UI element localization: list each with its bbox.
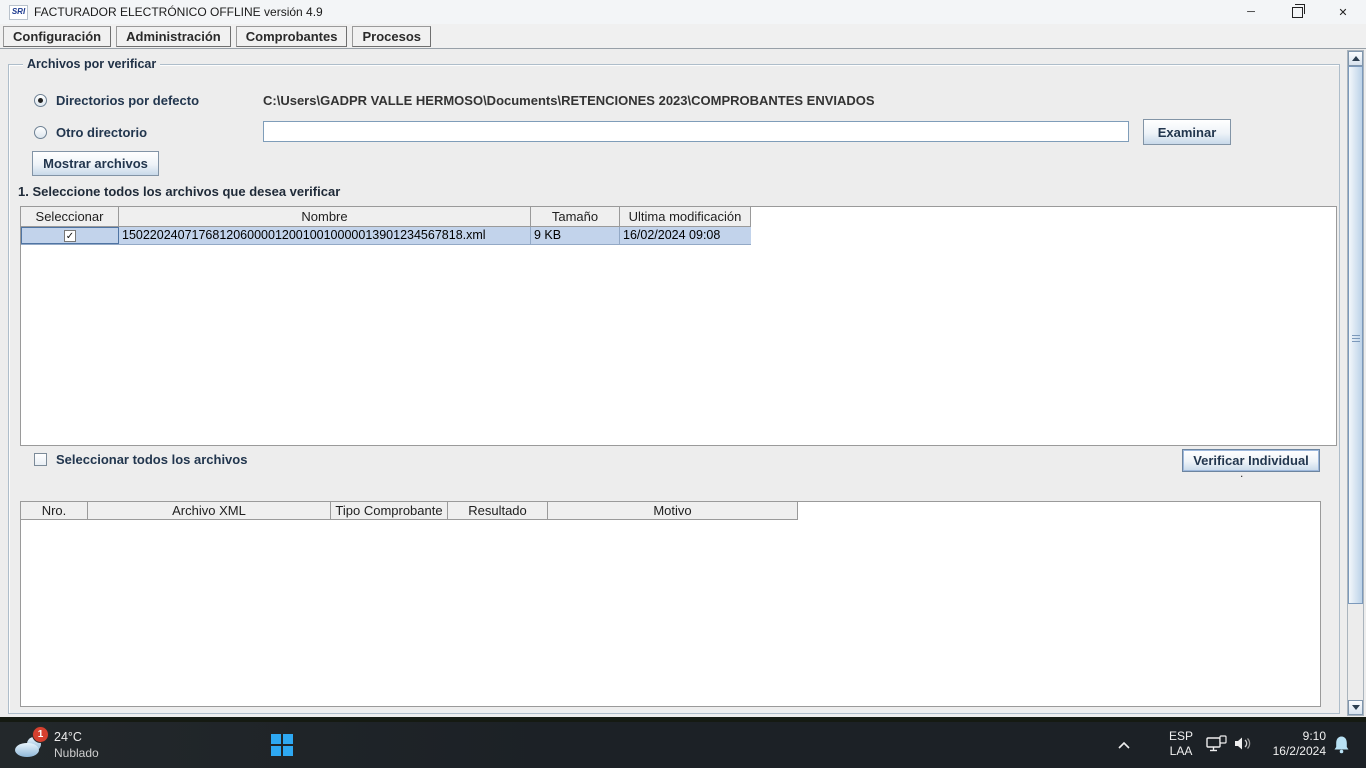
row-modificacion: 16/02/2024 09:08 (620, 227, 751, 244)
vertical-scrollbar[interactable] (1347, 50, 1364, 716)
col-motivo[interactable]: Motivo (548, 502, 798, 520)
select-all-checkbox[interactable] (34, 453, 47, 466)
close-icon: ✕ (1338, 6, 1348, 19)
language-indicator[interactable]: ESP LAA (1160, 729, 1202, 759)
radio-directorios-por-defecto[interactable] (34, 94, 47, 107)
examinar-button[interactable]: Examinar (1143, 119, 1231, 145)
col-resultado[interactable]: Resultado (448, 502, 548, 520)
close-button[interactable]: ✕ (1320, 0, 1366, 24)
mostrar-archivos-button[interactable]: Mostrar archivos (32, 151, 159, 176)
sri-app-icon-text: SRI (11, 7, 26, 16)
network-icon (1206, 735, 1227, 752)
menu-administracion[interactable]: Administración (116, 25, 231, 47)
start-button[interactable] (270, 733, 294, 757)
stray-dot: . (1240, 466, 1244, 480)
weather-widget[interactable]: 1 24°C Nublado (8, 722, 148, 768)
row-tamano: 9 KB (531, 227, 620, 244)
radio-selected-dot (38, 98, 43, 103)
language-line2: LAA (1169, 744, 1193, 758)
otro-directorio-input[interactable] (263, 121, 1129, 142)
col-seleccionar[interactable]: Seleccionar (21, 207, 119, 227)
menu-procesos[interactable]: Procesos (352, 25, 432, 47)
scrollbar-grip (1352, 335, 1360, 343)
scrollbar-thumb[interactable] (1348, 66, 1363, 604)
speaker-icon (1235, 737, 1251, 750)
scroll-up-icon (1351, 56, 1360, 61)
notifications-button[interactable] (1332, 735, 1351, 760)
radio-otro-directorio[interactable] (34, 126, 47, 139)
scroll-down-icon (1351, 705, 1360, 710)
scroll-down-button[interactable] (1348, 700, 1363, 715)
restore-button[interactable] (1274, 0, 1320, 24)
col-nombre[interactable]: Nombre (119, 207, 531, 227)
screen: SRI FACTURADOR ELECTRÓNICO OFFLINE versi… (0, 0, 1366, 768)
bell-icon (1334, 736, 1349, 754)
table-row[interactable]: ✓ 15022024071768120600001200100100000139… (21, 227, 751, 245)
weather-condition: Nublado (54, 746, 99, 760)
col-tamano[interactable]: Tamaño (531, 207, 620, 227)
col-nro[interactable]: Nro. (21, 502, 88, 520)
results-table-header: Nro. Archivo XML Tipo Comprobante Result… (21, 502, 1320, 520)
col-archivo-xml[interactable]: Archivo XML (88, 502, 331, 520)
minimize-button[interactable]: ─ (1228, 0, 1274, 24)
menu-comprobantes[interactable]: Comprobantes (235, 25, 348, 47)
taskbar: 1 24°C Nublado Búsqueda (0, 722, 1366, 768)
weather-badge: 1 (32, 726, 49, 743)
restore-icon (1291, 3, 1305, 18)
window-title: FACTURADOR ELECTRÓNICO OFFLINE versión 4… (34, 5, 323, 19)
files-table-header: Seleccionar Nombre Tamaño Ultima modific… (21, 207, 1336, 227)
radio-otro-label: Otro directorio (56, 125, 148, 140)
network-button[interactable] (1206, 735, 1228, 758)
col-ultima-modificacion[interactable]: Ultima modificación (620, 207, 751, 227)
files-table: Seleccionar Nombre Tamaño Ultima modific… (20, 206, 1337, 446)
row-nombre: 1502202407176812060000120010010000013901… (119, 227, 531, 244)
results-table: Nro. Archivo XML Tipo Comprobante Result… (20, 501, 1321, 707)
tray-chevron-button[interactable] (1112, 734, 1136, 756)
tray-time: 9:10 (1302, 729, 1326, 743)
verificar-individual-button[interactable]: Verificar Individual (1182, 449, 1320, 472)
window-controls: ─ ✕ (1228, 0, 1366, 24)
menu-configuracion[interactable]: Configuración (3, 25, 112, 47)
tray-date: 16/2/2024 (1272, 744, 1326, 758)
select-all-label: Seleccionar todos los archivos (56, 452, 248, 467)
language-line1: ESP (1168, 729, 1193, 743)
sri-app-icon: SRI (9, 4, 28, 20)
clock[interactable]: 9:10 16/2/2024 (1258, 729, 1326, 759)
default-directory-path: C:\Users\GADPR VALLE HERMOSO\Documents\R… (263, 93, 875, 108)
volume-button[interactable] (1234, 736, 1254, 756)
col-tipo-comprobante[interactable]: Tipo Comprobante (331, 502, 448, 520)
window-titlebar: SRI FACTURADOR ELECTRÓNICO OFFLINE versi… (0, 0, 1366, 25)
minimize-icon: ─ (1247, 6, 1255, 18)
radio-directorios-label: Directorios por defecto (56, 93, 200, 108)
step1-label: 1. Seleccione todos los archivos que des… (18, 184, 341, 199)
row-checkbox-cell[interactable]: ✓ (21, 227, 119, 244)
menu-bar: Configuración Administración Comprobante… (0, 24, 1366, 49)
row-checkbox[interactable]: ✓ (64, 229, 76, 242)
group-title: Archivos por verificar (23, 57, 161, 71)
scroll-up-button[interactable] (1348, 51, 1363, 66)
chevron-up-icon (1118, 741, 1130, 749)
weather-temperature: 24°C (54, 730, 82, 744)
